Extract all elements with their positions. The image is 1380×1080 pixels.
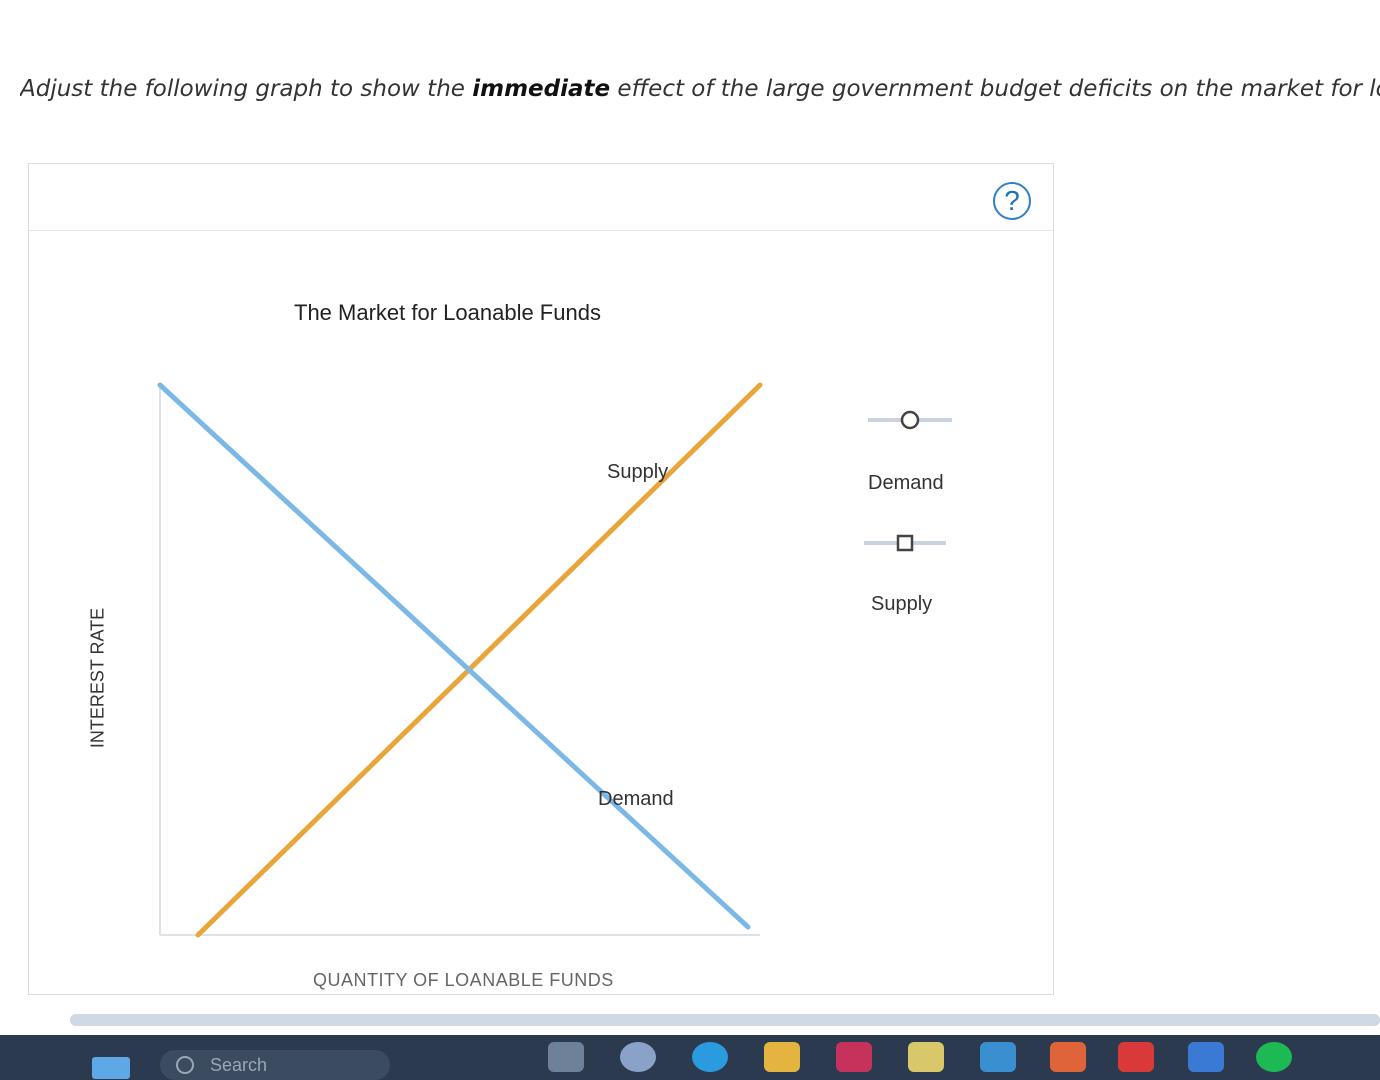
search-icon bbox=[176, 1056, 194, 1074]
legend-supply-label: Supply bbox=[871, 593, 933, 615]
office-icon[interactable] bbox=[1050, 1042, 1086, 1072]
start-icon[interactable] bbox=[92, 1057, 130, 1079]
taskview-icon[interactable] bbox=[548, 1042, 584, 1072]
square-handle-icon[interactable] bbox=[896, 534, 914, 552]
taskbar-search[interactable]: Search bbox=[160, 1050, 390, 1080]
app-icon-l[interactable] bbox=[1188, 1042, 1224, 1072]
chart-plot: Supply Demand bbox=[157, 382, 952, 938]
media-icon[interactable] bbox=[1118, 1042, 1154, 1072]
edge-icon[interactable] bbox=[692, 1042, 728, 1072]
store-icon[interactable] bbox=[908, 1042, 944, 1072]
chat-icon[interactable] bbox=[620, 1042, 656, 1072]
supply-curve-label: Supply bbox=[607, 461, 668, 483]
file-explorer-icon[interactable] bbox=[764, 1042, 800, 1072]
horizontal-scrollbar[interactable] bbox=[70, 1014, 1380, 1026]
mail-icon[interactable] bbox=[980, 1042, 1016, 1072]
app-icon-cat[interactable] bbox=[836, 1042, 872, 1072]
legend-demand-label: Demand bbox=[868, 472, 944, 494]
supply-curve[interactable] bbox=[195, 382, 763, 938]
spotify-icon[interactable] bbox=[1256, 1042, 1292, 1072]
circle-handle-icon[interactable] bbox=[900, 410, 920, 430]
demand-curve-label: Demand bbox=[598, 788, 674, 810]
